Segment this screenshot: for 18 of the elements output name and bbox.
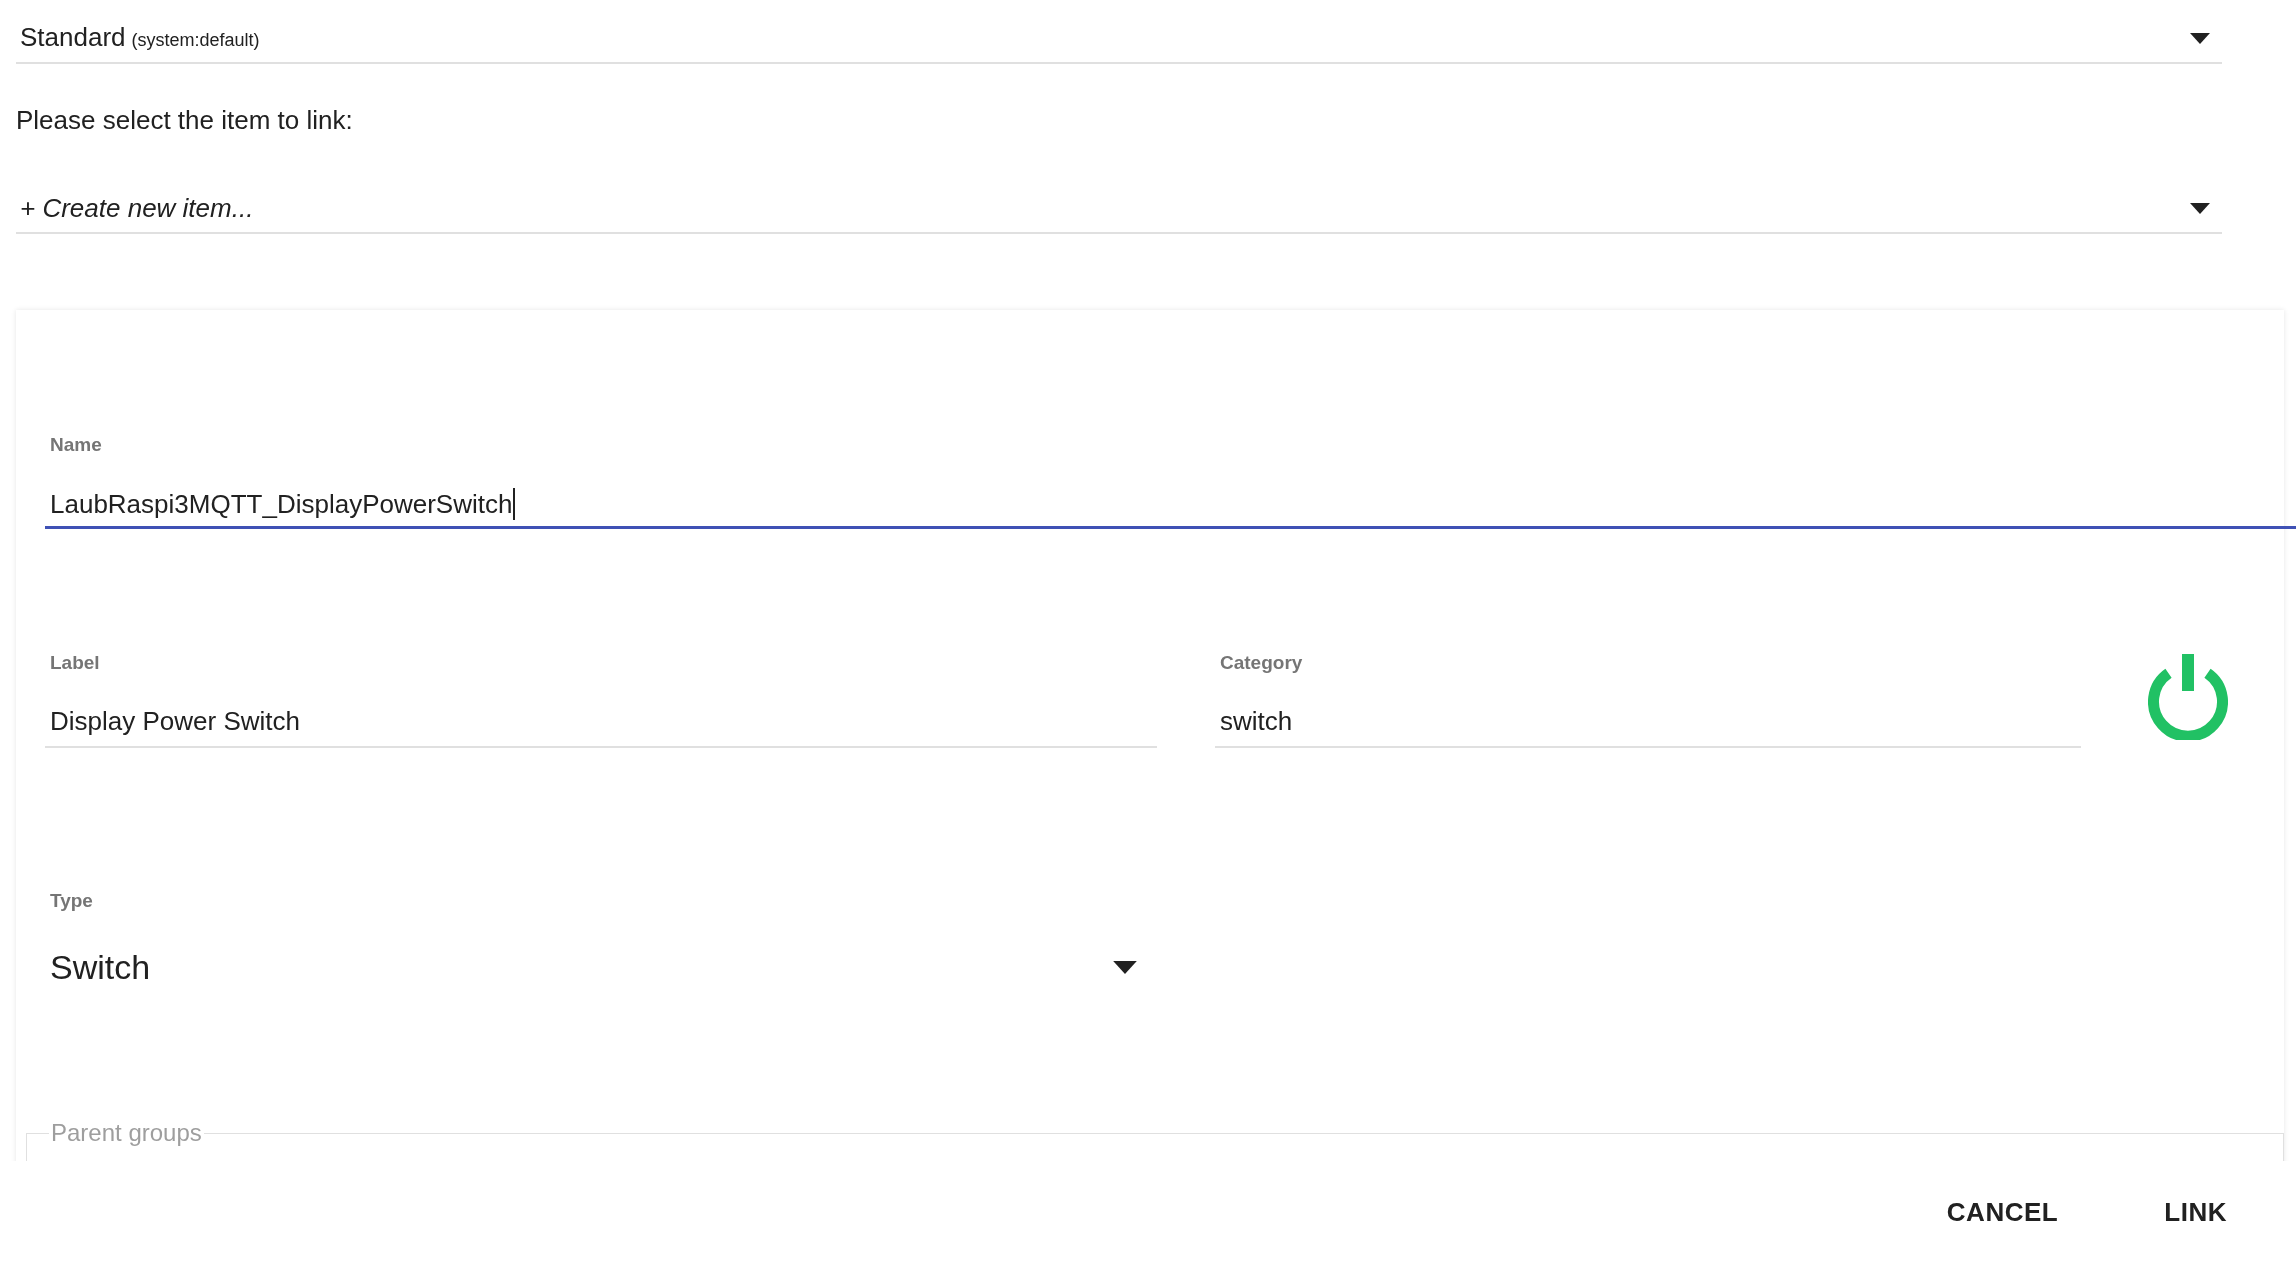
profile-dropdown[interactable]: Standard (system:default) bbox=[16, 14, 2222, 64]
action-button[interactable]: CANCEL bbox=[1930, 1185, 2075, 1240]
action-button[interactable]: LINK bbox=[2148, 1185, 2243, 1240]
group-legend: Parent groups bbox=[49, 1118, 204, 1148]
category-field[interactable]: switch bbox=[1215, 696, 2081, 748]
prompt-text: Please select the item to link: bbox=[16, 104, 354, 137]
type-dropdown[interactable]: Switch bbox=[45, 939, 1157, 995]
field-label: Label bbox=[49, 651, 100, 675]
item-dropdown[interactable]: + Create new item... bbox=[16, 184, 2222, 234]
field-label: Name bbox=[49, 433, 102, 457]
name-field[interactable]: LaubRaspi3MQTT_DisplayPowerSwitch bbox=[45, 481, 2296, 529]
power-icon bbox=[2148, 654, 2228, 740]
caret-icon bbox=[1113, 960, 1137, 974]
caret-icon bbox=[2190, 202, 2210, 214]
field-label: Category bbox=[1219, 651, 1303, 675]
label-field[interactable]: Display Power Switch bbox=[45, 696, 1157, 748]
caret-icon bbox=[2190, 32, 2210, 44]
field-label: Type bbox=[49, 889, 93, 913]
